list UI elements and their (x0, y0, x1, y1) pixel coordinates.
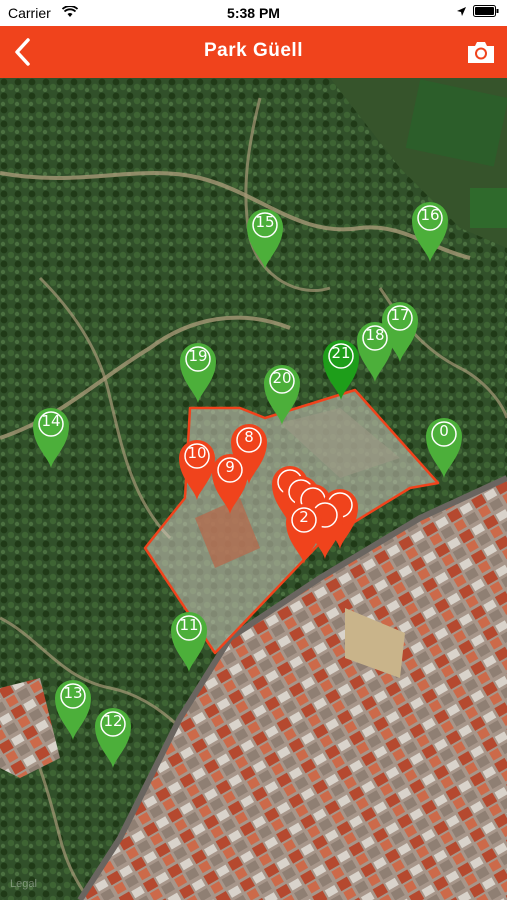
pin-label: 15 (255, 213, 275, 231)
map-pin-green[interactable]: 13 (53, 674, 93, 742)
map-pin-red[interactable]: 2 (284, 498, 324, 566)
pin-label: 19 (188, 347, 208, 365)
map-pin-red[interactable]: 9 (210, 448, 250, 516)
map-pin-green[interactable]: 15 (245, 203, 285, 271)
pin-label: 12 (103, 712, 123, 730)
pin-label: 2 (299, 508, 309, 526)
camera-button[interactable] (465, 36, 497, 68)
pin-label: 11 (179, 616, 199, 634)
pin-label: 21 (331, 344, 351, 362)
map-pin-green-selected[interactable]: 21 (321, 334, 361, 402)
map-pin-green[interactable]: 0 (424, 412, 464, 480)
map-pin-green[interactable]: 19 (178, 337, 218, 405)
pin-label: 20 (272, 369, 292, 387)
pin-label: 18 (365, 326, 385, 344)
nav-bar: Park Güell (0, 26, 507, 78)
map-pin-green[interactable]: 14 (31, 402, 71, 470)
map-pin-green[interactable]: 20 (262, 359, 302, 427)
status-bar: Carrier 5:38 PM (0, 0, 507, 26)
pin-label: 8 (244, 428, 254, 446)
pin-label: 0 (439, 422, 449, 440)
map-pin-green[interactable]: 16 (410, 196, 450, 264)
camera-icon (468, 42, 494, 63)
battery-icon (473, 4, 499, 20)
pin-label: 14 (41, 412, 61, 430)
pin-label: 13 (63, 684, 83, 702)
location-arrow-icon (456, 4, 467, 20)
pin-label: 16 (420, 206, 440, 224)
map-pin-green[interactable]: 11 (169, 606, 209, 674)
map-view[interactable]: 15 16 17 18 21 19 20 14 0 11 13 12 8 10 … (0, 78, 507, 900)
map-pin-green[interactable]: 12 (93, 702, 133, 770)
map-legal-label[interactable]: Legal (10, 878, 37, 890)
page-title: Park Güell (204, 40, 303, 61)
clock: 5:38 PM (227, 5, 280, 21)
pin-label: 9 (225, 458, 235, 476)
map-pin-green[interactable]: 18 (355, 316, 395, 384)
